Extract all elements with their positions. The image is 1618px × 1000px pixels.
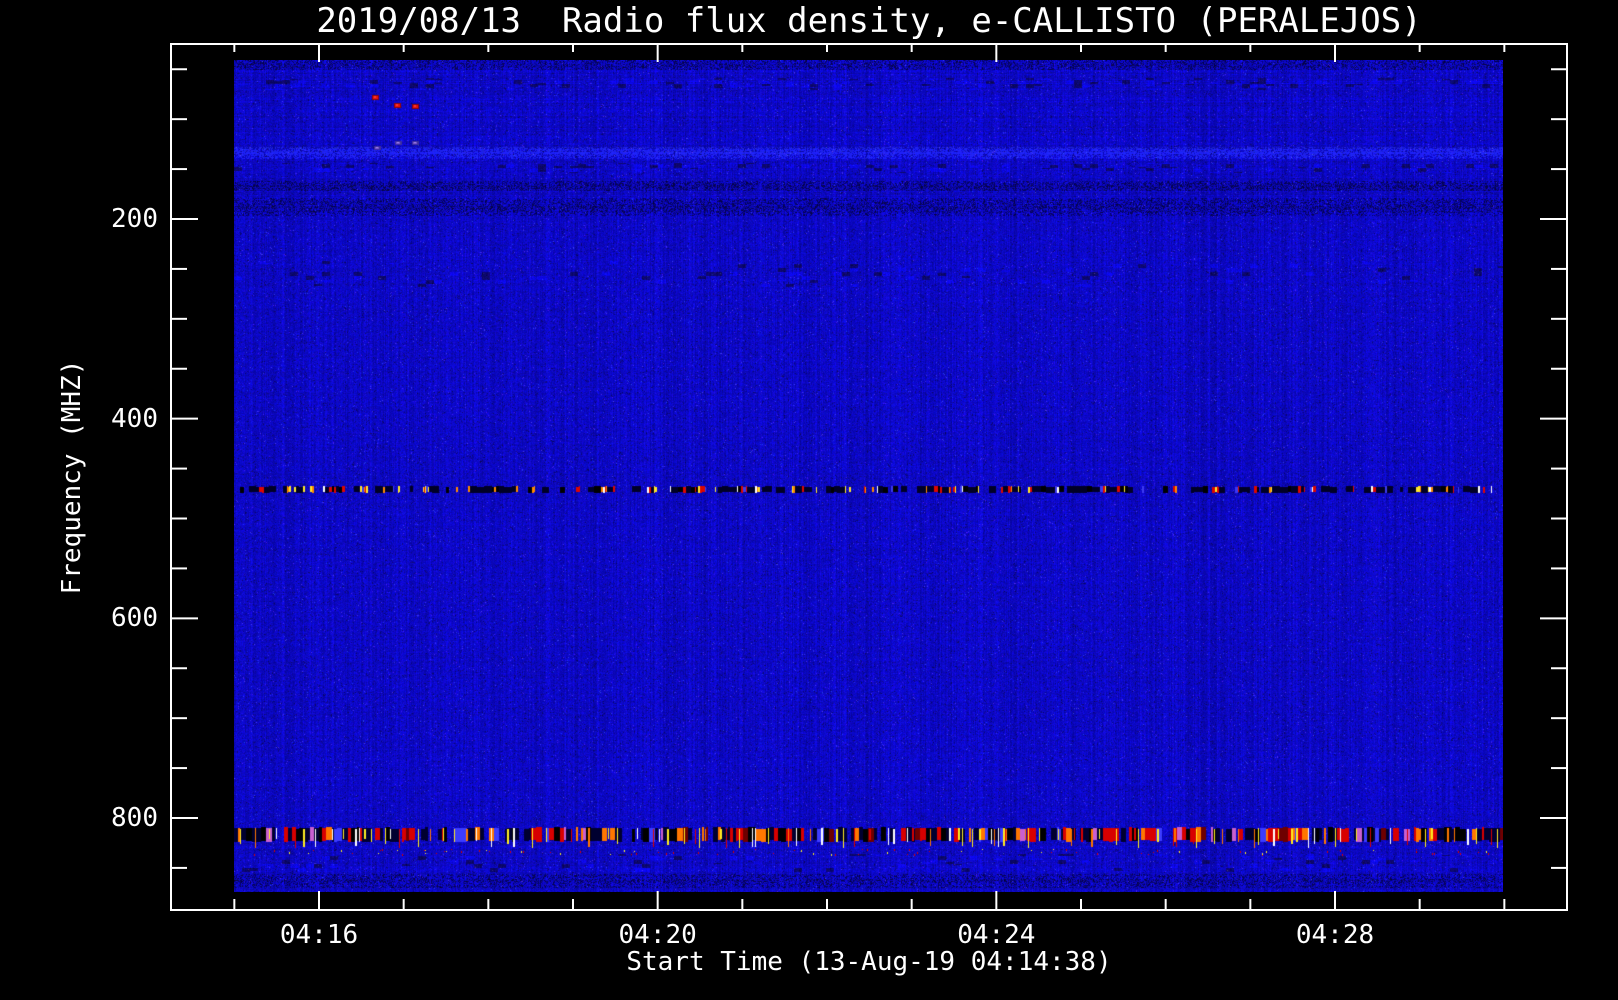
y-tick-label: 400 — [111, 403, 158, 434]
x-axis-label: Start Time (13-Aug-19 04:14:38) — [626, 947, 1112, 977]
y-tick-label: 600 — [111, 603, 158, 634]
y-axis-label: Frequency (MHZ) — [57, 359, 87, 595]
plot-border — [170, 43, 1568, 911]
x-tick-label: 04:24 — [957, 920, 1036, 950]
y-tick-label: 200 — [111, 204, 158, 234]
x-tick-label: 04:28 — [1295, 920, 1375, 950]
x-tick-label: 04:16 — [279, 920, 359, 950]
y-tick-label: 800 — [111, 802, 158, 833]
x-tick-label: 04:20 — [618, 920, 697, 950]
axes-frame — [170, 43, 1568, 911]
spectrogram-page: 2019/08/13 Radio flux density, e-CALLIST… — [0, 0, 1618, 1000]
